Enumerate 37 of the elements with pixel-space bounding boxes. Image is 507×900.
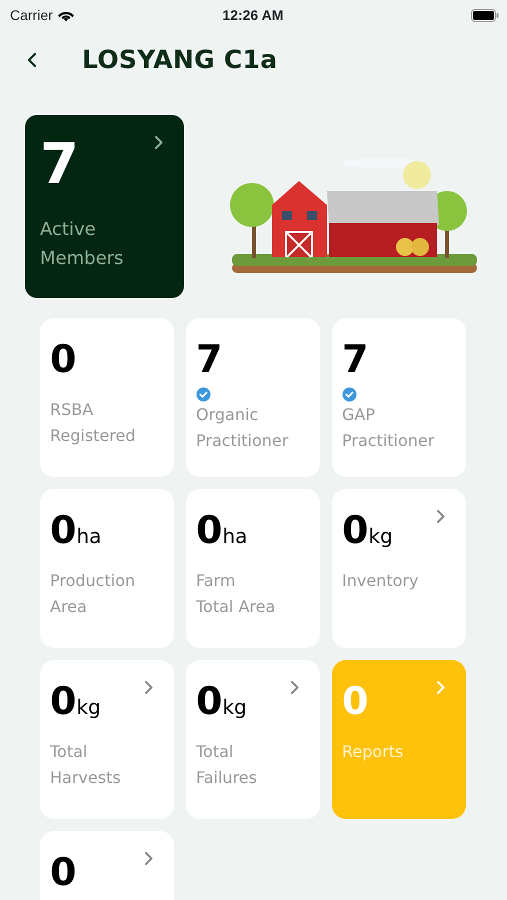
carrier-label: Carrier — [10, 6, 53, 24]
stat-value: 0kg — [50, 682, 101, 720]
page-title: LOSYANG C1a — [82, 44, 278, 76]
tile-label: Farm Total Area — [196, 570, 276, 618]
stat-card[interactable]: 0kg Total Failures — [186, 660, 320, 819]
stat-card[interactable]: 0kg Total Harvests — [40, 660, 174, 819]
chevron-right-icon — [436, 680, 446, 695]
chevron-right-icon — [144, 851, 154, 866]
chevron-right-icon — [154, 135, 164, 150]
stat-value: 7 — [342, 340, 368, 378]
member-count: 7 — [40, 137, 79, 193]
tile-label: Inventory — [342, 570, 418, 592]
battery-icon — [470, 8, 499, 22]
tile-label: Total Harvests — [50, 741, 121, 789]
tile-label: Production Area — [50, 570, 136, 618]
stat-value: 7 — [196, 340, 222, 378]
chevron-right-icon — [144, 680, 154, 695]
tile-label: GAP Practitioner — [342, 404, 434, 452]
back-button[interactable] — [26, 52, 38, 68]
stat-value: 0kg — [342, 511, 393, 549]
tile-label: Total Failures — [196, 741, 257, 789]
stat-value: 0 — [50, 340, 76, 378]
tile-label: RSBA Registered — [50, 399, 136, 447]
stat-value: 0ha — [196, 511, 248, 549]
active-members-card[interactable]: 7 Active Members — [25, 115, 184, 298]
chevron-right-icon — [436, 509, 446, 524]
tile-label: Organic Practitioner — [196, 404, 288, 452]
stat-value: 0kg — [196, 682, 247, 720]
stat-value: 0 — [342, 682, 368, 720]
chevron-right-icon — [290, 680, 300, 695]
stat-card[interactable]: 0kg Inventory — [332, 489, 466, 648]
stat-value: 0 — [50, 853, 76, 891]
tile-label: Active Members — [40, 218, 124, 271]
status-time: 12:26 AM — [222, 6, 284, 24]
stat-value: 0ha — [50, 511, 102, 549]
stat-card[interactable]: 0 — [40, 831, 174, 900]
tile-label: Reports — [342, 741, 404, 763]
